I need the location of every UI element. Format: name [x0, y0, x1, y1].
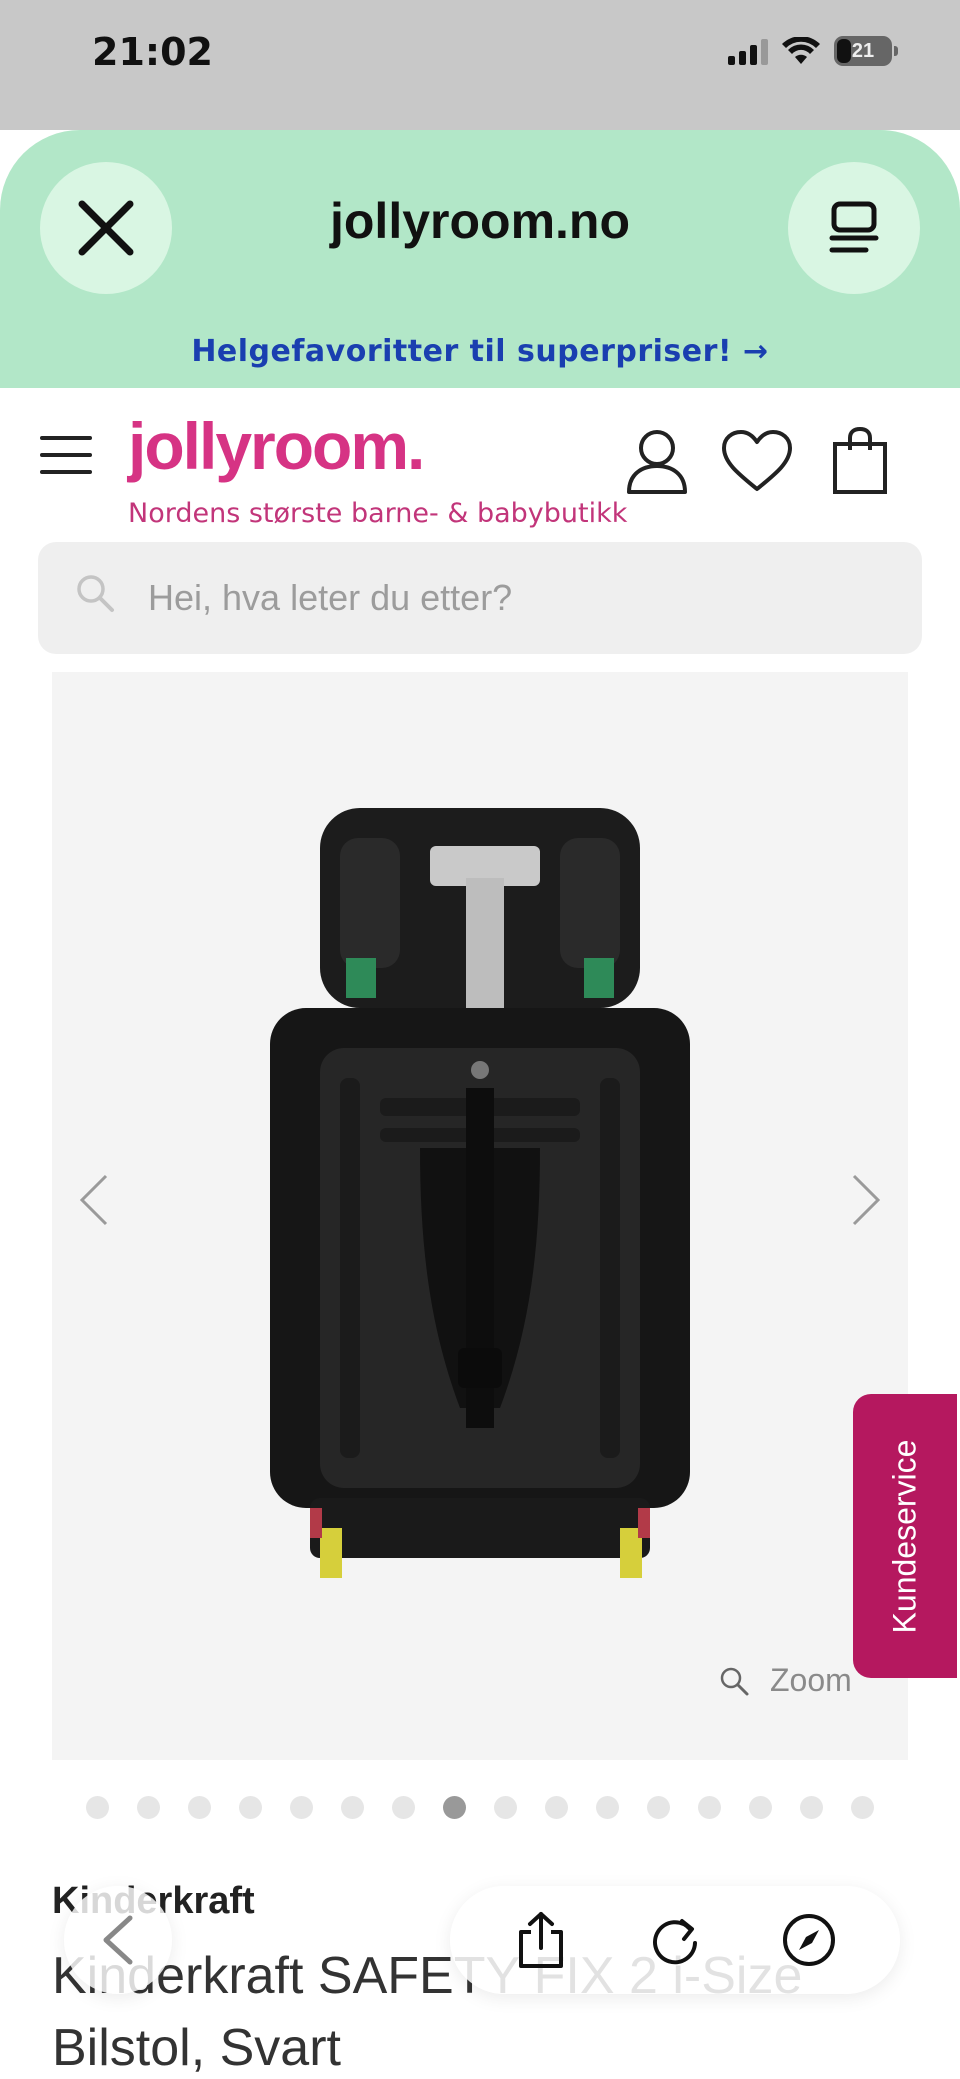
reload-icon: [653, 1919, 697, 1965]
back-button[interactable]: [64, 1886, 172, 1994]
gallery-dot[interactable]: [851, 1796, 874, 1819]
promo-banner-link[interactable]: Helgefavoritter til superpriser! →: [0, 334, 960, 369]
gallery-next-button[interactable]: [836, 1160, 896, 1240]
wishlist-heart-icon[interactable]: [720, 424, 794, 498]
gallery-dot[interactable]: [545, 1796, 568, 1819]
compass-icon: [783, 1914, 835, 1966]
gallery-dot[interactable]: [749, 1796, 772, 1819]
gallery-dot[interactable]: [137, 1796, 160, 1819]
status-time: 21:02: [92, 30, 213, 74]
customer-service-tab[interactable]: Kundeservice: [853, 1394, 957, 1678]
reload-button[interactable]: [635, 1900, 715, 1980]
battery-level: 21: [851, 39, 875, 62]
status-bar: 21:02 21: [0, 0, 960, 130]
gallery-dot[interactable]: [290, 1796, 313, 1819]
tabs-button[interactable]: [788, 162, 920, 294]
wifi-icon: [782, 37, 820, 64]
compass-button[interactable]: [769, 1900, 849, 1980]
gallery-dot[interactable]: [392, 1796, 415, 1819]
zoom-button[interactable]: Zoom: [718, 1662, 852, 1699]
battery-icon: 21: [834, 36, 892, 66]
share-icon: [519, 1912, 563, 1968]
gallery-dot[interactable]: [647, 1796, 670, 1819]
zoom-icon: [720, 1667, 749, 1695]
account-icon[interactable]: [620, 424, 694, 498]
signal-icon: [728, 37, 768, 65]
search-bar[interactable]: [38, 542, 922, 654]
gallery-pagination: [86, 1796, 874, 1819]
gallery-dot[interactable]: [188, 1796, 211, 1819]
zoom-label: Zoom: [770, 1662, 852, 1698]
menu-icon[interactable]: [40, 436, 92, 474]
gallery-dot[interactable]: [494, 1796, 517, 1819]
search-icon: [77, 575, 114, 612]
chevron-left-icon: [79, 1174, 108, 1226]
browser-header: jollyroom.no Helgefavoritter til superpr…: [0, 130, 960, 388]
back-icon: [103, 1915, 133, 1965]
gallery-dot[interactable]: [800, 1796, 823, 1819]
gallery-prev-button[interactable]: [64, 1160, 124, 1240]
site-tagline: Nordens største barne- & babybutikk: [128, 498, 628, 529]
site-logo[interactable]: jollyroom.: [128, 408, 425, 484]
browser-toolbar: [450, 1886, 900, 1994]
share-button[interactable]: [501, 1900, 581, 1980]
gallery-dot[interactable]: [698, 1796, 721, 1819]
gallery-dot[interactable]: [86, 1796, 109, 1819]
gallery-dot[interactable]: [239, 1796, 262, 1819]
search-input[interactable]: [148, 572, 888, 624]
status-icons: 21: [728, 36, 898, 66]
product-gallery[interactable]: Zoom: [52, 672, 908, 1760]
gallery-dot[interactable]: [443, 1796, 466, 1819]
tabs-icon: [829, 201, 879, 253]
gallery-dot[interactable]: [341, 1796, 364, 1819]
chevron-right-icon: [852, 1174, 881, 1226]
shopping-bag-icon[interactable]: [823, 424, 897, 498]
product-image[interactable]: [270, 808, 690, 1588]
gallery-dot[interactable]: [596, 1796, 619, 1819]
site-header: jollyroom. Nordens største barne- & baby…: [0, 388, 960, 538]
customer-service-label: Kundeservice: [886, 1439, 923, 1633]
